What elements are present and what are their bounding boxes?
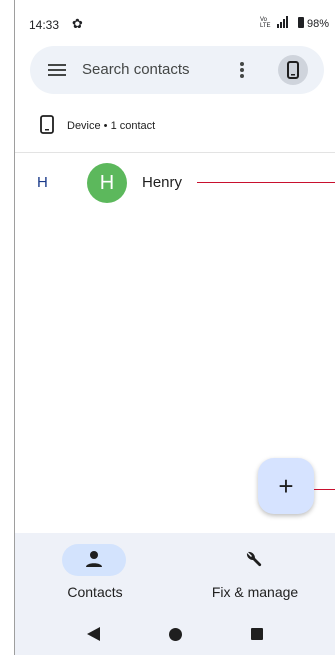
contact-name[interactable]: Henry xyxy=(142,174,182,191)
settings-gear-icon: ✿ xyxy=(72,16,83,31)
more-options-icon[interactable] xyxy=(240,60,244,80)
plus-icon: + xyxy=(278,471,294,501)
search-input[interactable]: Search contacts xyxy=(82,61,190,78)
wrench-icon xyxy=(246,551,262,567)
search-bar[interactable]: Search contacts xyxy=(30,46,324,94)
signal-icon xyxy=(277,16,288,28)
bottom-navigation: Contacts Fix & manage xyxy=(15,533,335,613)
annotation-line xyxy=(197,182,335,183)
status-time: 14:33 xyxy=(29,18,60,32)
nav-label-fix-manage: Fix & manage xyxy=(211,584,299,600)
account-section-label: Device • 1 contact xyxy=(67,120,156,132)
system-navigation-bar xyxy=(15,613,335,655)
index-letter: H xyxy=(37,174,48,191)
annotation-line xyxy=(314,489,335,490)
left-margin xyxy=(0,0,14,655)
network-bottom-label: LTE xyxy=(260,23,271,29)
battery-percent: 98% xyxy=(307,18,330,30)
nav-item-fix-manage[interactable]: Fix & manage xyxy=(175,533,335,613)
recents-icon[interactable] xyxy=(251,628,263,640)
back-icon[interactable] xyxy=(87,627,101,641)
hamburger-menu-icon[interactable] xyxy=(48,61,66,79)
add-contact-button[interactable]: + xyxy=(258,458,314,514)
contact-avatar[interactable]: H xyxy=(87,163,127,203)
phone-icon xyxy=(40,115,54,134)
battery-icon xyxy=(298,17,304,28)
nav-label-contacts: Contacts xyxy=(67,584,123,600)
section-divider xyxy=(15,152,335,153)
home-icon[interactable] xyxy=(169,628,182,641)
nav-item-contacts[interactable]: Contacts xyxy=(15,533,175,613)
network-indicator: Vo LTE xyxy=(260,17,271,29)
device-account-button[interactable] xyxy=(278,55,308,85)
account-section-header: Device • 1 contact xyxy=(15,112,335,140)
device-phone-icon xyxy=(287,61,299,79)
phone-screen: 14:33 ✿ Vo LTE 98% Search contacts Devic… xyxy=(15,0,335,655)
person-icon xyxy=(86,551,102,567)
status-bar: 14:33 ✿ Vo LTE 98% xyxy=(15,0,335,44)
